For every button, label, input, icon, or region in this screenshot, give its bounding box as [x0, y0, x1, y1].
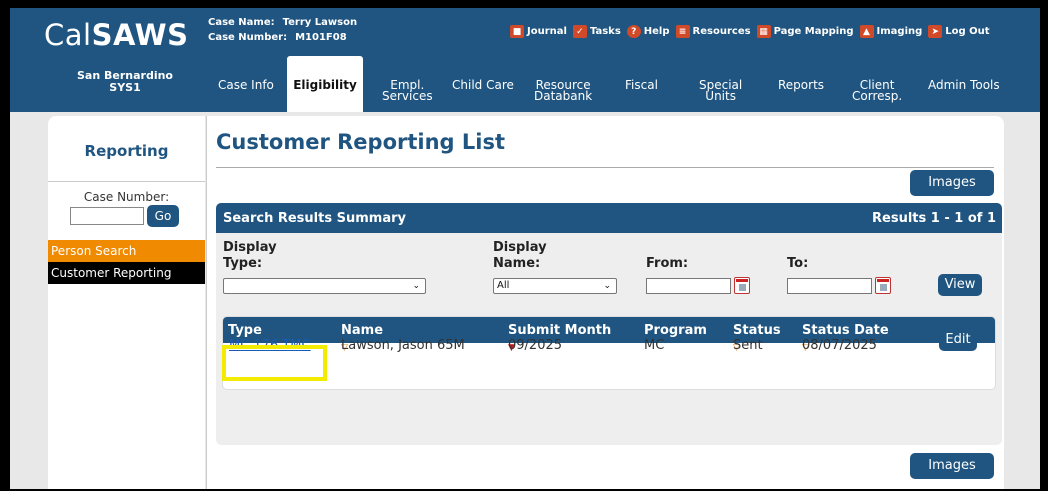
- title-divider: [216, 167, 994, 168]
- edit-button[interactable]: Edit: [939, 329, 977, 351]
- images-button-top[interactable]: Images: [910, 170, 994, 196]
- chevron-down-icon: ⌄: [412, 281, 420, 291]
- display-name-select[interactable]: All ⌄: [493, 278, 617, 294]
- images-button-bottom[interactable]: Images: [910, 453, 994, 479]
- case-name: Case Name: Terry Lawson: [208, 17, 358, 28]
- calendar-icon[interactable]: [734, 277, 750, 294]
- tab-fiscal[interactable]: Fiscal: [625, 79, 658, 91]
- col-submit-month[interactable]: Submit Month: [508, 323, 611, 338]
- county-label: San Bernardino SYS1: [77, 69, 173, 94]
- to-date-input[interactable]: [787, 278, 872, 294]
- row-submit-month: 09/2025: [508, 338, 563, 353]
- page-mapping-icon: ▦: [756, 25, 771, 38]
- display-type-select[interactable]: ⌄: [223, 278, 426, 294]
- calendar-icon[interactable]: [875, 277, 891, 294]
- help-link[interactable]: ? Help: [626, 25, 670, 38]
- journal-icon: ■: [510, 25, 524, 38]
- tab-reports[interactable]: Reports: [778, 79, 824, 91]
- col-program[interactable]: Program: [644, 323, 707, 338]
- tab-special-units[interactable]: Special Units: [699, 79, 742, 102]
- col-status-date[interactable]: Status Date: [802, 323, 889, 338]
- case-number: Case Number: M101F08: [208, 32, 347, 43]
- logout-link[interactable]: ➤ Log Out: [928, 25, 990, 38]
- search-results-panel: Search Results Summary Results 1 - 1 of …: [216, 203, 1002, 445]
- col-type[interactable]: Type: [228, 323, 262, 338]
- results-table: Type Name Submit Month Program Status St…: [222, 316, 996, 390]
- from-date-input[interactable]: [646, 278, 731, 294]
- row-name: Lawson, Jason 65M: [341, 338, 465, 353]
- col-status[interactable]: Status: [733, 323, 781, 338]
- highlight-box: [222, 345, 327, 381]
- tasks-icon: ✓: [572, 25, 587, 38]
- case-number-input[interactable]: [70, 207, 144, 225]
- table-header: Type Name Submit Month Program Status St…: [223, 317, 995, 343]
- results-header: Search Results Summary Results 1 - 1 of …: [216, 203, 1002, 233]
- tab-admin-tools[interactable]: Admin Tools: [928, 79, 1000, 91]
- calsaws-logo: CalSAWS: [44, 18, 189, 52]
- sidebar-divider: [48, 181, 205, 182]
- tab-child-care[interactable]: Child Care: [452, 79, 514, 91]
- sidebar-title: Reporting: [84, 142, 169, 160]
- sidebar-item-person-search[interactable]: Person Search: [48, 240, 205, 262]
- case-number-label: Case Number:: [83, 190, 170, 204]
- chevron-down-icon: ⌄: [603, 281, 611, 291]
- results-title: Search Results Summary: [223, 210, 406, 226]
- to-label: To:: [787, 256, 809, 271]
- from-label: From:: [646, 256, 689, 271]
- panel-divider: [206, 116, 207, 489]
- results-count: Results 1 - 1 of 1: [872, 210, 996, 226]
- tab-resource-databank[interactable]: Resource Databank: [534, 79, 592, 102]
- page-mapping-link[interactable]: ▦ Page Mapping: [756, 25, 854, 38]
- resources-link[interactable]: ≡ Resources: [675, 25, 751, 38]
- journal-link[interactable]: ■ Journal: [510, 25, 567, 38]
- row-program: MC: [644, 338, 665, 353]
- display-name-label: Display Name:: [493, 240, 547, 271]
- tab-empl-services[interactable]: Empl. Services: [382, 79, 433, 102]
- sidebar-item-customer-reporting[interactable]: Customer Reporting: [48, 262, 205, 284]
- row-status: Sent: [733, 338, 763, 353]
- row-status-date: 08/07/2025: [802, 338, 877, 353]
- tab-case-info[interactable]: Case Info: [218, 79, 274, 91]
- col-name[interactable]: Name: [341, 323, 383, 338]
- imaging-icon: ▲: [859, 25, 874, 38]
- tab-client-corresp[interactable]: Client Corresp.: [852, 79, 902, 102]
- main-nav: San Bernardino SYS1 Case Info Eligibilit…: [10, 56, 1040, 112]
- view-button[interactable]: View: [938, 274, 982, 296]
- app-window: CalSAWS Case Name: Terry Lawson Case Numb…: [10, 8, 1040, 489]
- top-links: ■ Journal ✓ Tasks ? Help ≡ Resources ▦ Page M…: [510, 25, 990, 38]
- page-title: Customer Reporting List: [216, 130, 505, 154]
- left-sidebar: Reporting Case Number: Go Person Search …: [48, 116, 205, 489]
- top-header: CalSAWS Case Name: Terry Lawson Case Numb…: [10, 8, 1040, 56]
- tasks-link[interactable]: ✓ Tasks: [572, 25, 621, 38]
- imaging-link[interactable]: ▲ Imaging: [859, 25, 922, 38]
- help-icon: ?: [626, 25, 641, 38]
- tab-eligibility[interactable]: Eligibility: [287, 56, 363, 112]
- display-type-label: Display Type:: [223, 240, 277, 271]
- go-button[interactable]: Go: [147, 205, 179, 227]
- main-content: Customer Reporting List Images Search Re…: [206, 116, 1004, 489]
- logout-icon: ➤: [928, 25, 943, 38]
- resources-icon: ≡: [675, 25, 690, 38]
